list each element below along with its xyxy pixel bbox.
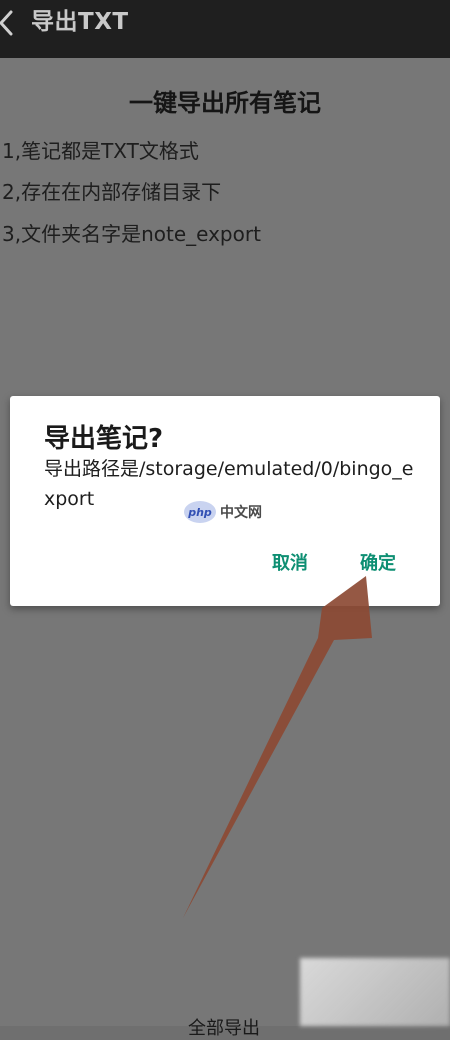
watermark: php 中文网 xyxy=(184,501,262,523)
back-button[interactable] xyxy=(0,8,18,38)
confirm-button[interactable]: 确定 xyxy=(360,549,396,575)
content-heading: 一键导出所有笔记 xyxy=(129,89,321,117)
rule-item: 2,存在在内部存储目录下 xyxy=(2,180,222,204)
app-bar: 导出TXT xyxy=(0,0,450,58)
blur-overlay xyxy=(300,958,450,1026)
export-all-button[interactable]: 全部导出 xyxy=(188,1014,260,1040)
watermark-logo: php xyxy=(184,501,216,523)
rule-item: 3,文件夹名字是note_export xyxy=(2,222,261,246)
dialog-title: 导出笔记? xyxy=(44,424,164,454)
rule-item: 1,笔记都是TXT文格式 xyxy=(2,139,199,163)
page-title: 导出TXT xyxy=(31,9,129,35)
watermark-text: 中文网 xyxy=(220,505,262,521)
cancel-button[interactable]: 取消 xyxy=(272,549,308,575)
chevron-left-icon xyxy=(0,10,13,36)
